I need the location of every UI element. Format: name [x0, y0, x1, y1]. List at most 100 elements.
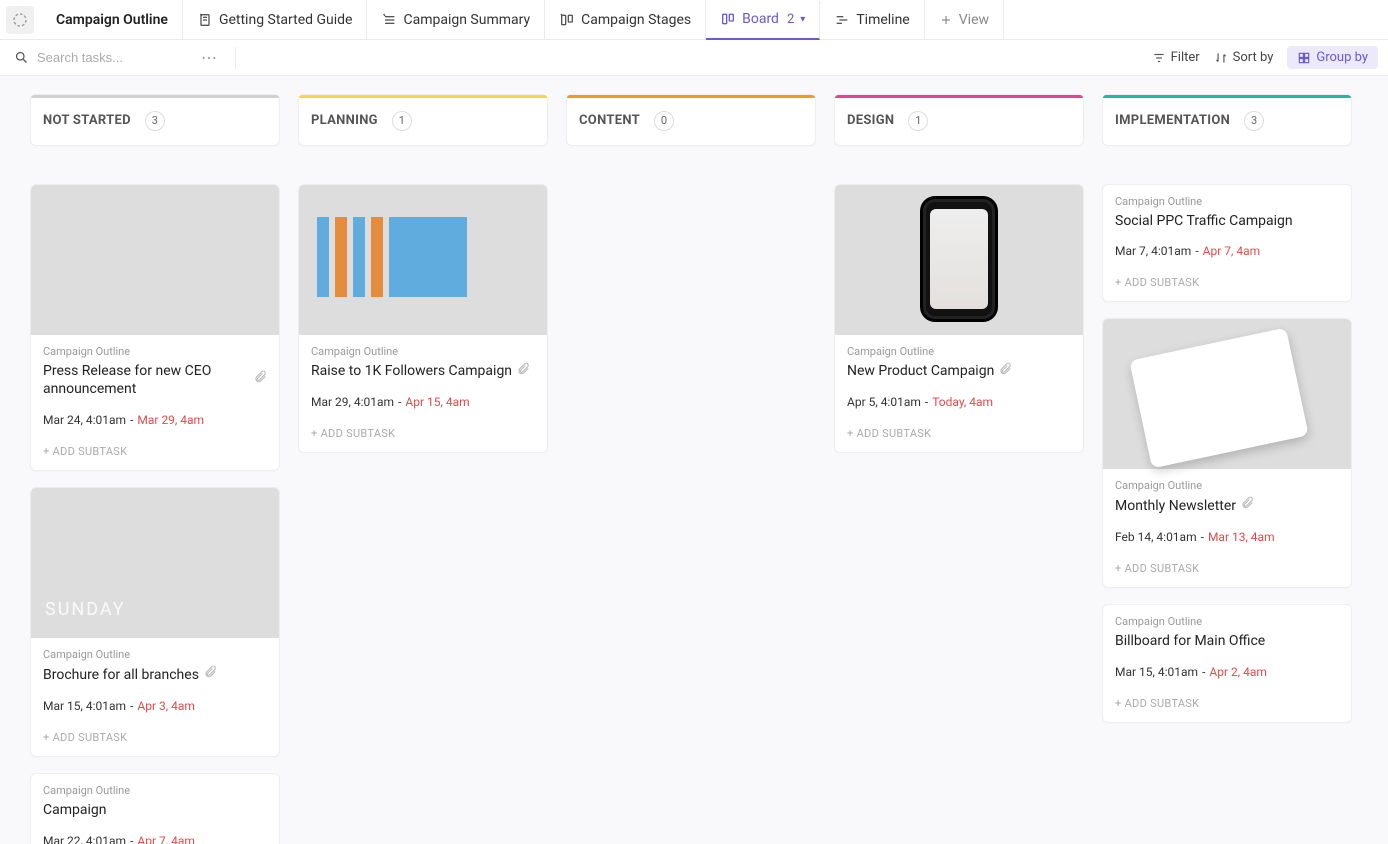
card-project: Campaign Outline: [847, 345, 1071, 358]
column-implementation: IMPLEMENTATION 3 Campaign Outline Social…: [1102, 94, 1352, 723]
column-title: IMPLEMENTATION: [1115, 113, 1230, 128]
column-title: DESIGN: [847, 113, 894, 128]
attachment-icon: [253, 370, 267, 390]
card-press-release[interactable]: Campaign Outline Press Release for new C…: [30, 184, 280, 472]
card-project: Campaign Outline: [1115, 615, 1339, 628]
card-end-date: Apr 7, 4am: [137, 834, 195, 844]
project-logo: [6, 6, 34, 34]
tab-getting-started[interactable]: Getting Started Guide: [183, 0, 368, 39]
board-area: NOT STARTED 3 Campaign Outline Press Rel…: [0, 76, 1388, 844]
add-subtask-button[interactable]: + ADD SUBTASK: [31, 435, 279, 470]
tab-label: View: [959, 12, 989, 28]
card-project: Campaign Outline: [43, 784, 267, 797]
add-subtask-button[interactable]: + ADD SUBTASK: [1103, 687, 1351, 722]
card-start-date: Mar 15, 4:01am: [43, 699, 126, 713]
caret-down-icon: ▾: [800, 14, 805, 25]
card-start-date: Mar 7, 4:01am: [1115, 244, 1191, 258]
card-start-date: Mar 22, 4:01am: [43, 834, 126, 844]
column-planning: PLANNING 1 Campaign Outline Raise to 1K …: [298, 94, 548, 453]
add-subtask-button[interactable]: + ADD SUBTASK: [299, 417, 547, 452]
tab-project-label: Campaign Outline: [56, 12, 168, 28]
tab-label: Campaign Summary: [403, 12, 530, 28]
card-end-date: Apr 3, 4am: [137, 699, 195, 713]
card-campaign[interactable]: Campaign Outline Campaign Mar 22, 4:01am…: [30, 773, 280, 844]
card-end-date: Apr 7, 4am: [1203, 244, 1261, 258]
add-subtask-button[interactable]: + ADD SUBTASK: [1103, 552, 1351, 587]
tab-label: Board: [742, 11, 779, 27]
column-color-bar: [1103, 95, 1351, 98]
card-thumbnail: [31, 488, 279, 638]
filter-button[interactable]: Filter: [1152, 50, 1200, 65]
add-subtask-button[interactable]: + ADD SUBTASK: [835, 417, 1083, 452]
card-list: Campaign Outline Social PPC Traffic Camp…: [1102, 184, 1352, 724]
card-project: Campaign Outline: [43, 345, 267, 358]
tab-timeline[interactable]: Timeline: [820, 0, 924, 39]
card-thumbnail: [1103, 319, 1351, 469]
card-list: Campaign Outline New Product Campaign Ap…: [834, 184, 1084, 454]
card-end-date: Mar 29, 4am: [137, 413, 204, 427]
tab-add-view[interactable]: View: [925, 0, 1004, 39]
column-title: NOT STARTED: [43, 113, 131, 128]
plus-icon: [939, 13, 953, 27]
card-start-date: Mar 24, 4:01am: [43, 413, 126, 427]
attachment-icon: [1240, 496, 1254, 516]
card-billboard[interactable]: Campaign Outline Billboard for Main Offi…: [1102, 604, 1352, 723]
search-input[interactable]: [37, 50, 177, 65]
card-start-date: Mar 29, 4:01am: [311, 395, 394, 409]
attachment-icon: [998, 362, 1012, 382]
card-title: Raise to 1K Followers Campaign: [311, 362, 512, 381]
column-header[interactable]: PLANNING 1: [298, 94, 548, 146]
card-title: New Product Campaign: [847, 362, 994, 381]
card-end-date: Today, 4am: [932, 395, 993, 409]
card-project: Campaign Outline: [43, 648, 267, 661]
card-end-date: Apr 15, 4am: [405, 395, 469, 409]
card-end-date: Mar 13, 4am: [1208, 530, 1275, 544]
add-subtask-button[interactable]: + ADD SUBTASK: [1103, 266, 1351, 301]
attachment-icon: [516, 362, 530, 382]
column-count: 1: [908, 111, 928, 131]
board-pin-icon: [559, 12, 575, 28]
card-thumbnail: [299, 185, 547, 335]
card-project: Campaign Outline: [311, 345, 535, 358]
card-list: Campaign Outline Press Release for new C…: [30, 184, 280, 844]
column-design: DESIGN 1 Campaign Outline New Product Ca…: [834, 94, 1084, 453]
search-icon: [14, 50, 29, 65]
toolbar-right: Filter Sort by Group by: [1152, 46, 1378, 69]
column-color-bar: [835, 95, 1083, 98]
card-brochure[interactable]: Campaign Outline Brochure for all branch…: [30, 487, 280, 757]
tab-label: Campaign Stages: [581, 12, 691, 28]
card-title: Press Release for new CEO announcement: [43, 362, 249, 400]
card-new-product[interactable]: Campaign Outline New Product Campaign Ap…: [834, 184, 1084, 454]
card-raise-followers[interactable]: Campaign Outline Raise to 1K Followers C…: [298, 184, 548, 454]
tab-board-count: 2: [787, 12, 794, 27]
tab-project-title[interactable]: Campaign Outline: [42, 0, 183, 39]
sort-button[interactable]: Sort by: [1214, 50, 1274, 65]
groupby-button[interactable]: Group by: [1287, 46, 1378, 69]
tab-label: Timeline: [856, 12, 909, 28]
tab-board[interactable]: Board 2 ▾: [706, 1, 820, 40]
card-social-ppc[interactable]: Campaign Outline Social PPC Traffic Camp…: [1102, 184, 1352, 303]
card-monthly-newsletter[interactable]: Campaign Outline Monthly Newsletter Feb …: [1102, 318, 1352, 588]
column-header[interactable]: CONTENT 0: [566, 94, 816, 146]
card-start-date: Feb 14, 4:01am: [1115, 530, 1197, 544]
card-end-date: Apr 2, 4am: [1209, 665, 1267, 679]
column-header[interactable]: IMPLEMENTATION 3: [1102, 94, 1352, 146]
card-title: Monthly Newsletter: [1115, 497, 1236, 516]
board-icon: [720, 11, 736, 27]
attachment-icon: [203, 665, 217, 685]
column-title: PLANNING: [311, 113, 378, 128]
column-header[interactable]: NOT STARTED 3: [30, 94, 280, 146]
tab-campaign-stages[interactable]: Campaign Stages: [545, 0, 706, 39]
divider: [235, 47, 236, 69]
toolbar: ⋯ Filter Sort by Group by: [0, 40, 1388, 76]
column-count: 1: [392, 111, 412, 131]
tab-campaign-summary[interactable]: Campaign Summary: [367, 0, 545, 39]
search-wrap: [14, 50, 177, 65]
add-subtask-button[interactable]: + ADD SUBTASK: [31, 721, 279, 756]
group-label: Group by: [1316, 50, 1368, 65]
timeline-icon: [834, 12, 850, 28]
column-header[interactable]: DESIGN 1: [834, 94, 1084, 146]
filter-label: Filter: [1171, 50, 1200, 65]
tab-label: Getting Started Guide: [219, 12, 353, 28]
more-menu[interactable]: ⋯: [201, 48, 217, 67]
